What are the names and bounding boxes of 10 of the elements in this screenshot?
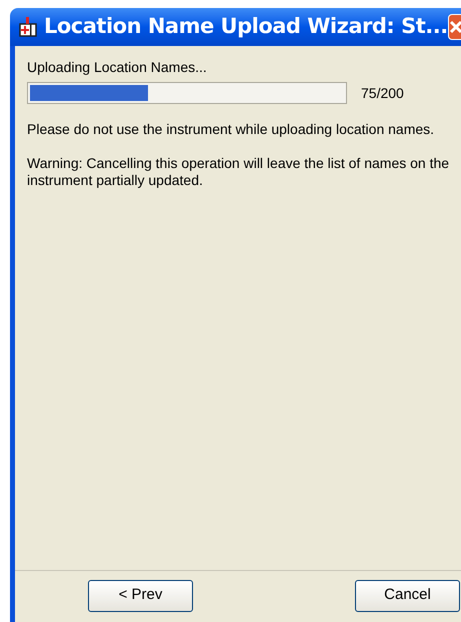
first-aid-kit-icon <box>18 16 38 38</box>
message-text: Warning: Cancelling this operation will leave the list of names on the instrument partially updated. <box>27 155 450 189</box>
close-button[interactable] <box>448 14 461 40</box>
message-text: Please do not use the instrument while uploading location names. <box>27 121 436 138</box>
status-label: Uploading Location Names... <box>27 58 208 77</box>
prev-button[interactable]: < Prev <box>88 580 193 612</box>
progress-count: 75/200 <box>361 84 404 102</box>
cancel-button[interactable]: Cancel <box>355 580 460 612</box>
close-icon <box>448 20 461 34</box>
window-title: Location Name Upload Wizard: St... <box>44 13 448 40</box>
